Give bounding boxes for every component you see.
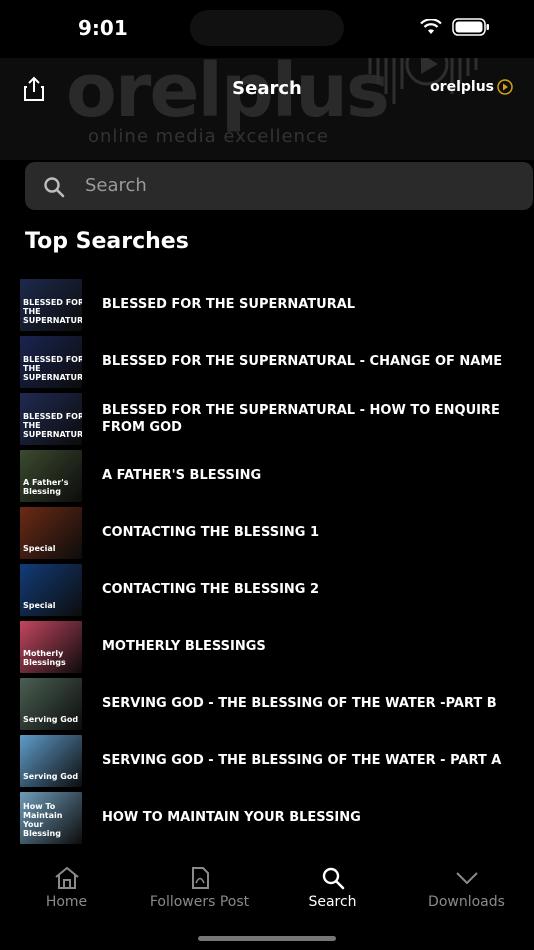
- thumbnail-image: BLESSED FOR THE SUPERNATURAL: [20, 279, 82, 331]
- search-field[interactable]: Search: [25, 162, 533, 210]
- status-icons: [420, 18, 490, 36]
- tab-downloads-label: Downloads: [428, 894, 505, 910]
- search-placeholder: Search: [85, 175, 147, 196]
- tab-followers-post[interactable]: Followers Post: [133, 866, 266, 910]
- thumbnail-text: BLESSED FOR THE SUPERNATURAL: [23, 298, 82, 325]
- brand-tagline: online media excellence: [88, 126, 329, 147]
- tab-home-label: Home: [45, 894, 88, 910]
- home-indicator: [198, 936, 336, 941]
- thumbnail-image: BLESSED FOR THE SUPERNATURAL: [20, 393, 82, 445]
- thumbnail-text: Motherly Blessings: [23, 649, 66, 667]
- thumbnail-image: Special: [20, 564, 82, 616]
- dynamic-island: [190, 10, 344, 46]
- tab-followers-post-label: Followers Post: [149, 894, 250, 910]
- list-item[interactable]: How To Maintain Your Blessing HOW TO MAIN…: [0, 789, 534, 846]
- section-title: Top Searches: [25, 229, 189, 254]
- thumbnail-text: BLESSED FOR THE SUPERNATURAL: [23, 355, 82, 382]
- list-item[interactable]: Special CONTACTING THE BLESSING 1: [0, 504, 534, 561]
- top-searches-list: BLESSED FOR THE SUPERNATURAL BLESSED FOR …: [0, 276, 534, 858]
- thumbnail-image: Serving God: [20, 735, 82, 787]
- app-logo: orelplus: [430, 78, 514, 96]
- search-icon: [322, 867, 344, 890]
- list-item-title: CONTACTING THE BLESSING 2: [102, 582, 320, 597]
- thumbnail-image: Special: [20, 507, 82, 559]
- thumbnail-text: Serving God: [23, 772, 79, 781]
- list-item-title: BLESSED FOR THE SUPERNATURAL - CHANGE OF…: [102, 354, 503, 369]
- battery-icon: [452, 18, 489, 36]
- list-item-title: BLESSED FOR THE SUPERNATURAL - HOW TO EN…: [102, 402, 500, 435]
- thumbnail-image: Motherly Blessings: [20, 621, 82, 673]
- thumbnail-text: BLESSED FOR THE SUPERNATURAL: [23, 412, 82, 439]
- thumbnail-image: Serving God: [20, 678, 82, 730]
- home-icon: [54, 866, 79, 889]
- list-item-title: CONTACTING THE BLESSING 1: [102, 525, 320, 540]
- list-item[interactable]: Serving God SERVING GOD - THE BLESSING OF…: [0, 732, 534, 789]
- tab-downloads[interactable]: Downloads: [400, 866, 533, 910]
- list-item-title: MOTHERLY BLESSINGS: [102, 639, 266, 654]
- thumbnail-image: A Father's Blessing: [20, 450, 82, 502]
- tab-search[interactable]: Search: [266, 866, 399, 910]
- status-bar: 9:01: [0, 0, 534, 58]
- header: orelplus online media excellence Search …: [0, 58, 534, 160]
- document-icon: [191, 867, 209, 889]
- list-item[interactable]: Special CONTACTING THE BLESSING 2: [0, 561, 534, 618]
- thumbnail-image: How To Maintain Your Blessing: [20, 792, 82, 844]
- list-item[interactable]: Serving God SERVING GOD - THE BLESSING OF…: [0, 675, 534, 732]
- thumbnail-image: BLESSED FOR THE SUPERNATURAL: [20, 336, 82, 388]
- list-item-title: HOW TO MAINTAIN YOUR BLESSING: [102, 810, 361, 825]
- list-item[interactable]: BLESSED FOR THE SUPERNATURAL BLESSED FOR …: [0, 390, 534, 447]
- list-item[interactable]: BLESSED FOR THE SUPERNATURAL BLESSED FOR …: [0, 333, 534, 390]
- list-item-title: BLESSED FOR THE SUPERNATURAL: [102, 297, 356, 312]
- wifi-icon: [420, 19, 442, 34]
- thumbnail-text: A Father's Blessing: [23, 478, 69, 496]
- list-item[interactable]: Motherly Blessings MOTHERLY BLESSINGS: [0, 618, 534, 675]
- list-item[interactable]: A Father's Blessing A FATHER'S BLESSING: [0, 447, 534, 504]
- thumbnail-text: Serving God: [23, 715, 79, 724]
- thumbnail-text: Special: [23, 601, 56, 610]
- list-item-title: SERVING GOD - THE BLESSING OF THE WATER …: [102, 696, 497, 711]
- list-item-title: A FATHER'S BLESSING: [102, 468, 262, 483]
- thumbnail-text: Special: [23, 544, 56, 553]
- search-icon: [44, 177, 65, 198]
- chevron-down-icon: [455, 872, 478, 885]
- tab-search-label: Search: [308, 894, 357, 910]
- play-badge-icon: [497, 79, 513, 95]
- app-logo-text: orelplus: [430, 79, 494, 95]
- status-time: 9:01: [78, 16, 128, 40]
- list-item-title: SERVING GOD - THE BLESSING OF THE WATER …: [102, 753, 502, 768]
- tab-home[interactable]: Home: [0, 866, 133, 910]
- list-item[interactable]: BLESSED FOR THE SUPERNATURAL BLESSED FOR …: [0, 276, 534, 333]
- thumbnail-text: How To Maintain Your Blessing: [23, 802, 63, 838]
